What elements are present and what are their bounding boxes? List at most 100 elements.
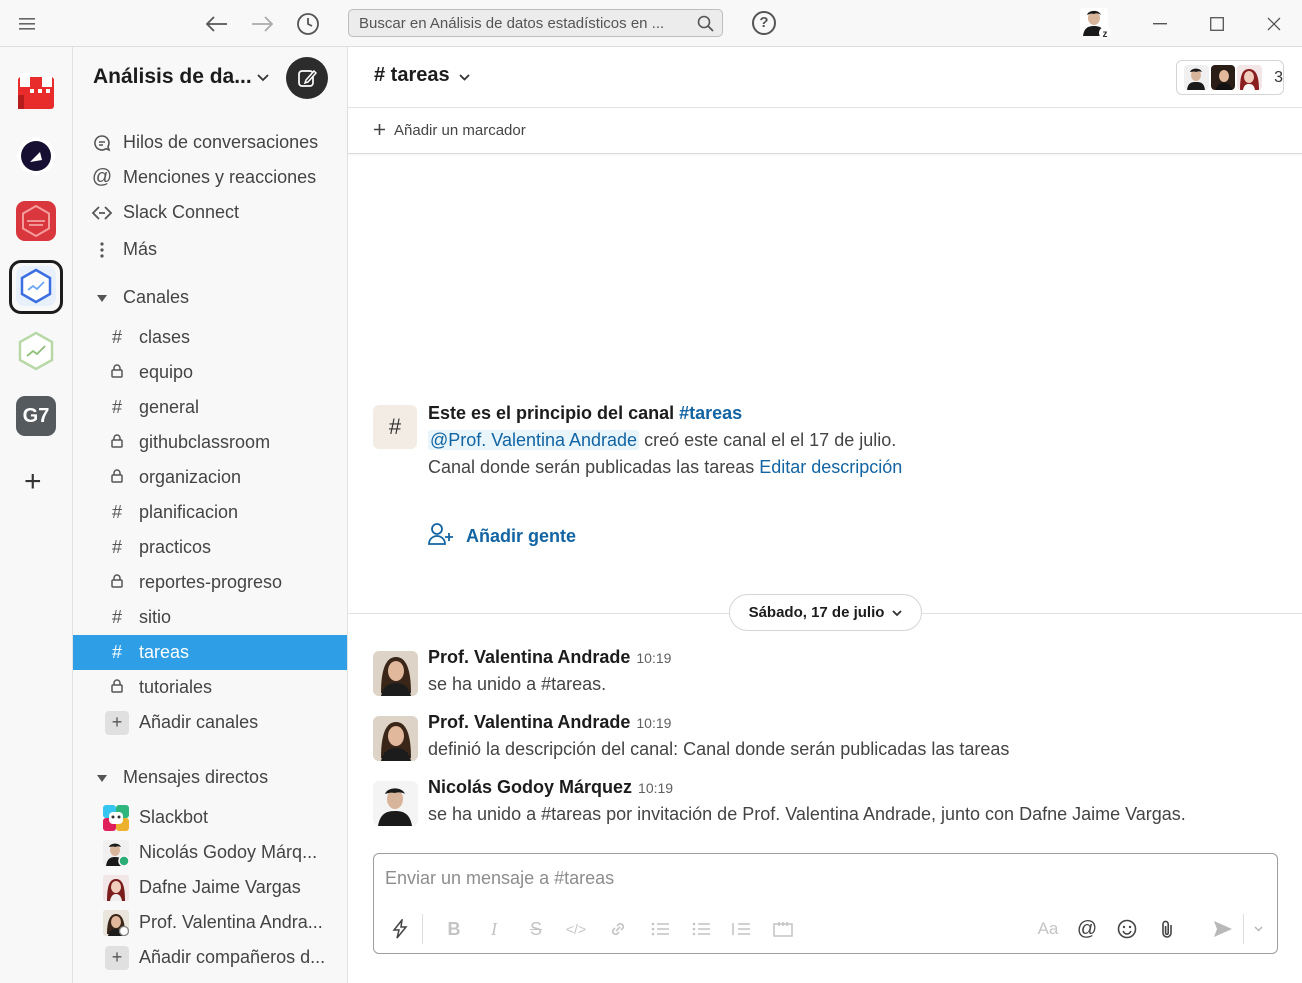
send-icon[interactable] [1210, 916, 1236, 942]
add-bookmark-button[interactable]: Añadir un marcador [374, 122, 526, 139]
channel-intro-description: Canal donde serán publicadas las tareas … [428, 457, 903, 477]
italic-icon[interactable]: I [482, 916, 506, 942]
message-text: se ha unido a #tareas por invitación de … [428, 804, 1186, 824]
send-options-chevron-icon[interactable] [1249, 916, 1267, 942]
members-button[interactable]: 3 [1176, 60, 1284, 95]
workspace-5-icon[interactable] [16, 331, 56, 371]
dm-valentina[interactable]: Prof. Valentina Andra... [73, 905, 347, 940]
plus-icon: + [105, 710, 129, 735]
svg-text:z: z [1103, 29, 1108, 40]
code-block-icon[interactable] [771, 916, 795, 942]
valentina-avatar[interactable] [373, 716, 418, 761]
message-timestamp[interactable]: 10:19 [636, 715, 671, 731]
add-teammates-button[interactable]: + Añadir compañeros d... [73, 940, 347, 975]
date-jump-button[interactable]: Sábado, 17 de julio [729, 594, 922, 631]
history-clock-icon[interactable] [294, 0, 322, 47]
back-arrow-icon[interactable] [203, 0, 231, 47]
link-icon[interactable] [606, 916, 630, 942]
nicolas-avatar[interactable] [373, 781, 418, 826]
channel-equipo[interactable]: equipo [73, 355, 347, 390]
user-avatar[interactable]: z [1078, 6, 1112, 40]
help-icon[interactable]: ? [752, 11, 776, 35]
channel-header: # tareas 3 [348, 47, 1302, 108]
channel-intro-title: Este es el principio del canal #tareas [428, 403, 743, 423]
workspace-2-icon[interactable] [16, 136, 56, 176]
workspace-rail: G7 + [0, 47, 73, 983]
nav-more[interactable]: Más [73, 232, 347, 267]
code-icon[interactable]: </> [564, 916, 588, 942]
search-input[interactable] [359, 14, 689, 32]
nav-mentions[interactable]: @ Menciones y reacciones [73, 160, 347, 195]
caret-down-icon [97, 767, 107, 788]
nav-slack-connect[interactable]: Slack Connect [73, 195, 347, 230]
message-timestamp[interactable]: 10:19 [638, 780, 673, 796]
forward-arrow-icon[interactable] [248, 0, 276, 47]
chevron-down-icon[interactable] [257, 69, 269, 87]
strikethrough-icon[interactable]: S [524, 916, 548, 942]
compose-icon [298, 69, 317, 87]
message-author[interactable]: Prof. Valentina Andrade [428, 647, 630, 667]
mention-at-icon[interactable]: @ [1074, 916, 1100, 942]
nav-threads[interactable]: Hilos de conversaciones [73, 125, 347, 160]
close-window-icon[interactable] [1260, 0, 1288, 47]
workspace-3-icon[interactable] [16, 201, 56, 241]
message-author[interactable]: Prof. Valentina Andrade [428, 712, 630, 732]
add-workspace-icon[interactable]: + [24, 467, 42, 497]
add-channels-button[interactable]: + Añadir canales [73, 705, 347, 740]
workspace-name[interactable]: Análisis de da... [93, 65, 252, 89]
hash-icon: # [111, 537, 122, 557]
channel-organizacion[interactable]: organizacion [73, 460, 347, 495]
toolbar-divider [422, 914, 423, 944]
workspace-4-icon[interactable] [16, 266, 56, 306]
minimize-window-icon[interactable] [1146, 0, 1174, 47]
search-box[interactable] [348, 9, 723, 37]
compose-button[interactable] [286, 57, 328, 99]
channel-planificacion[interactable]: # planificacion [73, 495, 347, 530]
nav-mentions-label: Menciones y reacciones [123, 167, 317, 187]
dm-dafne[interactable]: Dafne Jaime Vargas [73, 870, 347, 905]
hash-icon: # [111, 607, 122, 627]
workspace-g7-icon[interactable]: G7 [16, 396, 56, 436]
attachment-paperclip-icon[interactable] [1154, 916, 1180, 942]
channel-githubclassroom[interactable]: githubclassroom [73, 425, 347, 460]
channel-sitio[interactable]: # sitio [73, 600, 347, 635]
message: Nicolás Godoy Márquez 10:19 se ha unido a… [348, 777, 1302, 837]
member-count: 3 [1274, 68, 1284, 86]
channel-tareas[interactable]: # tareas [73, 635, 347, 670]
workspace-1-icon[interactable] [16, 71, 56, 111]
at-icon: @ [91, 166, 113, 188]
channel-general[interactable]: # general [73, 390, 347, 425]
hamburger-menu-icon[interactable] [14, 0, 40, 47]
dm-nicolas[interactable]: Nicolás Godoy Márq... [73, 835, 347, 870]
maximize-window-icon[interactable] [1203, 0, 1231, 47]
channels-section-header[interactable]: Canales [73, 280, 347, 315]
hash-icon: # [111, 642, 122, 662]
message-input[interactable] [385, 868, 1255, 889]
add-people-button[interactable]: Añadir gente [428, 523, 576, 550]
channel-title[interactable]: # tareas [374, 64, 470, 87]
user-mention[interactable]: @Prof. Valentina Andrade [428, 430, 640, 450]
blockquote-icon[interactable] [729, 916, 753, 942]
channel-reportes-progreso[interactable]: reportes-progreso [73, 565, 347, 600]
nav-more-label: Más [123, 239, 158, 259]
dm-section-header[interactable]: Mensajes directos [73, 760, 347, 795]
lock-icon [107, 572, 127, 593]
edit-description-link[interactable]: Editar descripción [759, 457, 902, 477]
valentina-avatar[interactable] [373, 651, 418, 696]
bold-icon[interactable]: B [442, 916, 466, 942]
message-timestamp[interactable]: 10:19 [636, 650, 671, 666]
formatting-aa-icon[interactable]: Aa [1034, 916, 1062, 942]
bulleted-list-icon[interactable] [689, 916, 713, 942]
emoji-icon[interactable] [1114, 916, 1140, 942]
channel-tutoriales[interactable]: tutoriales [73, 670, 347, 705]
ordered-list-icon[interactable] [648, 916, 672, 942]
search-icon[interactable] [697, 15, 714, 36]
lock-icon [107, 362, 127, 383]
lock-icon [107, 677, 127, 698]
channel-clases[interactable]: # clases [73, 320, 347, 355]
shortcuts-lightning-icon[interactable] [388, 916, 412, 942]
channel-link[interactable]: #tareas [679, 403, 742, 423]
channel-practicos[interactable]: # practicos [73, 530, 347, 565]
message-author[interactable]: Nicolás Godoy Márquez [428, 777, 632, 797]
dm-slackbot[interactable]: Slackbot [73, 800, 347, 835]
